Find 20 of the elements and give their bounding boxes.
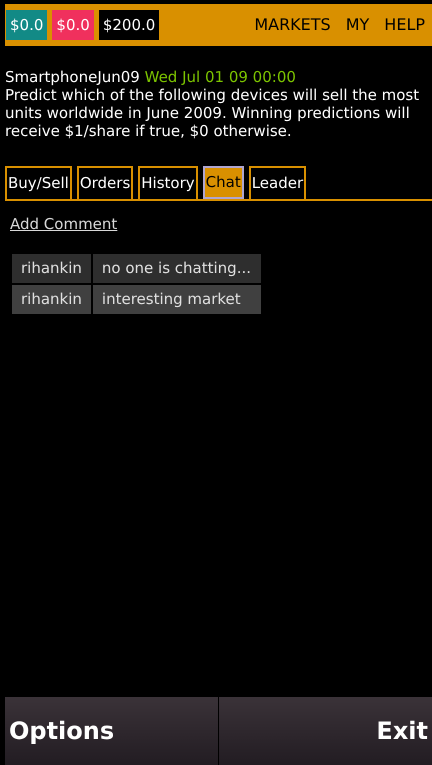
add-comment-link[interactable]: Add Comment xyxy=(10,213,118,236)
market-description: Predict which of the following devices will sell the most units worldwide in June 2009. Winning predictions will receive $1/share if true, $0 otherwise. xyxy=(5,86,420,140)
exit-softkey[interactable]: Exit xyxy=(219,697,432,765)
tab[interactable]: History xyxy=(138,166,198,199)
tab[interactable]: Leader xyxy=(248,166,306,199)
balance-badge: $0.0 xyxy=(6,10,48,40)
nav-link[interactable]: HELP xyxy=(384,13,425,37)
nav-link[interactable]: MARKETS xyxy=(254,13,331,37)
comment-text: no one is chatting... xyxy=(92,254,261,282)
balance-badge: $200.0 xyxy=(98,10,160,40)
options-softkey[interactable]: Options xyxy=(5,697,219,765)
tab[interactable]: Chat xyxy=(202,166,244,199)
market-heading: SmartphoneJun09 Wed Jul 01 09 00:00 xyxy=(5,68,297,86)
balance-badge: $0.0 xyxy=(52,10,94,40)
comment-user: rihankin xyxy=(12,254,91,282)
comment-user: rihankin xyxy=(12,284,91,314)
tab[interactable]: Buy/Sell xyxy=(5,166,72,199)
comment-text: interesting market xyxy=(92,284,261,314)
tab[interactable]: Orders xyxy=(76,166,134,199)
nav-link[interactable]: MY xyxy=(346,13,370,37)
